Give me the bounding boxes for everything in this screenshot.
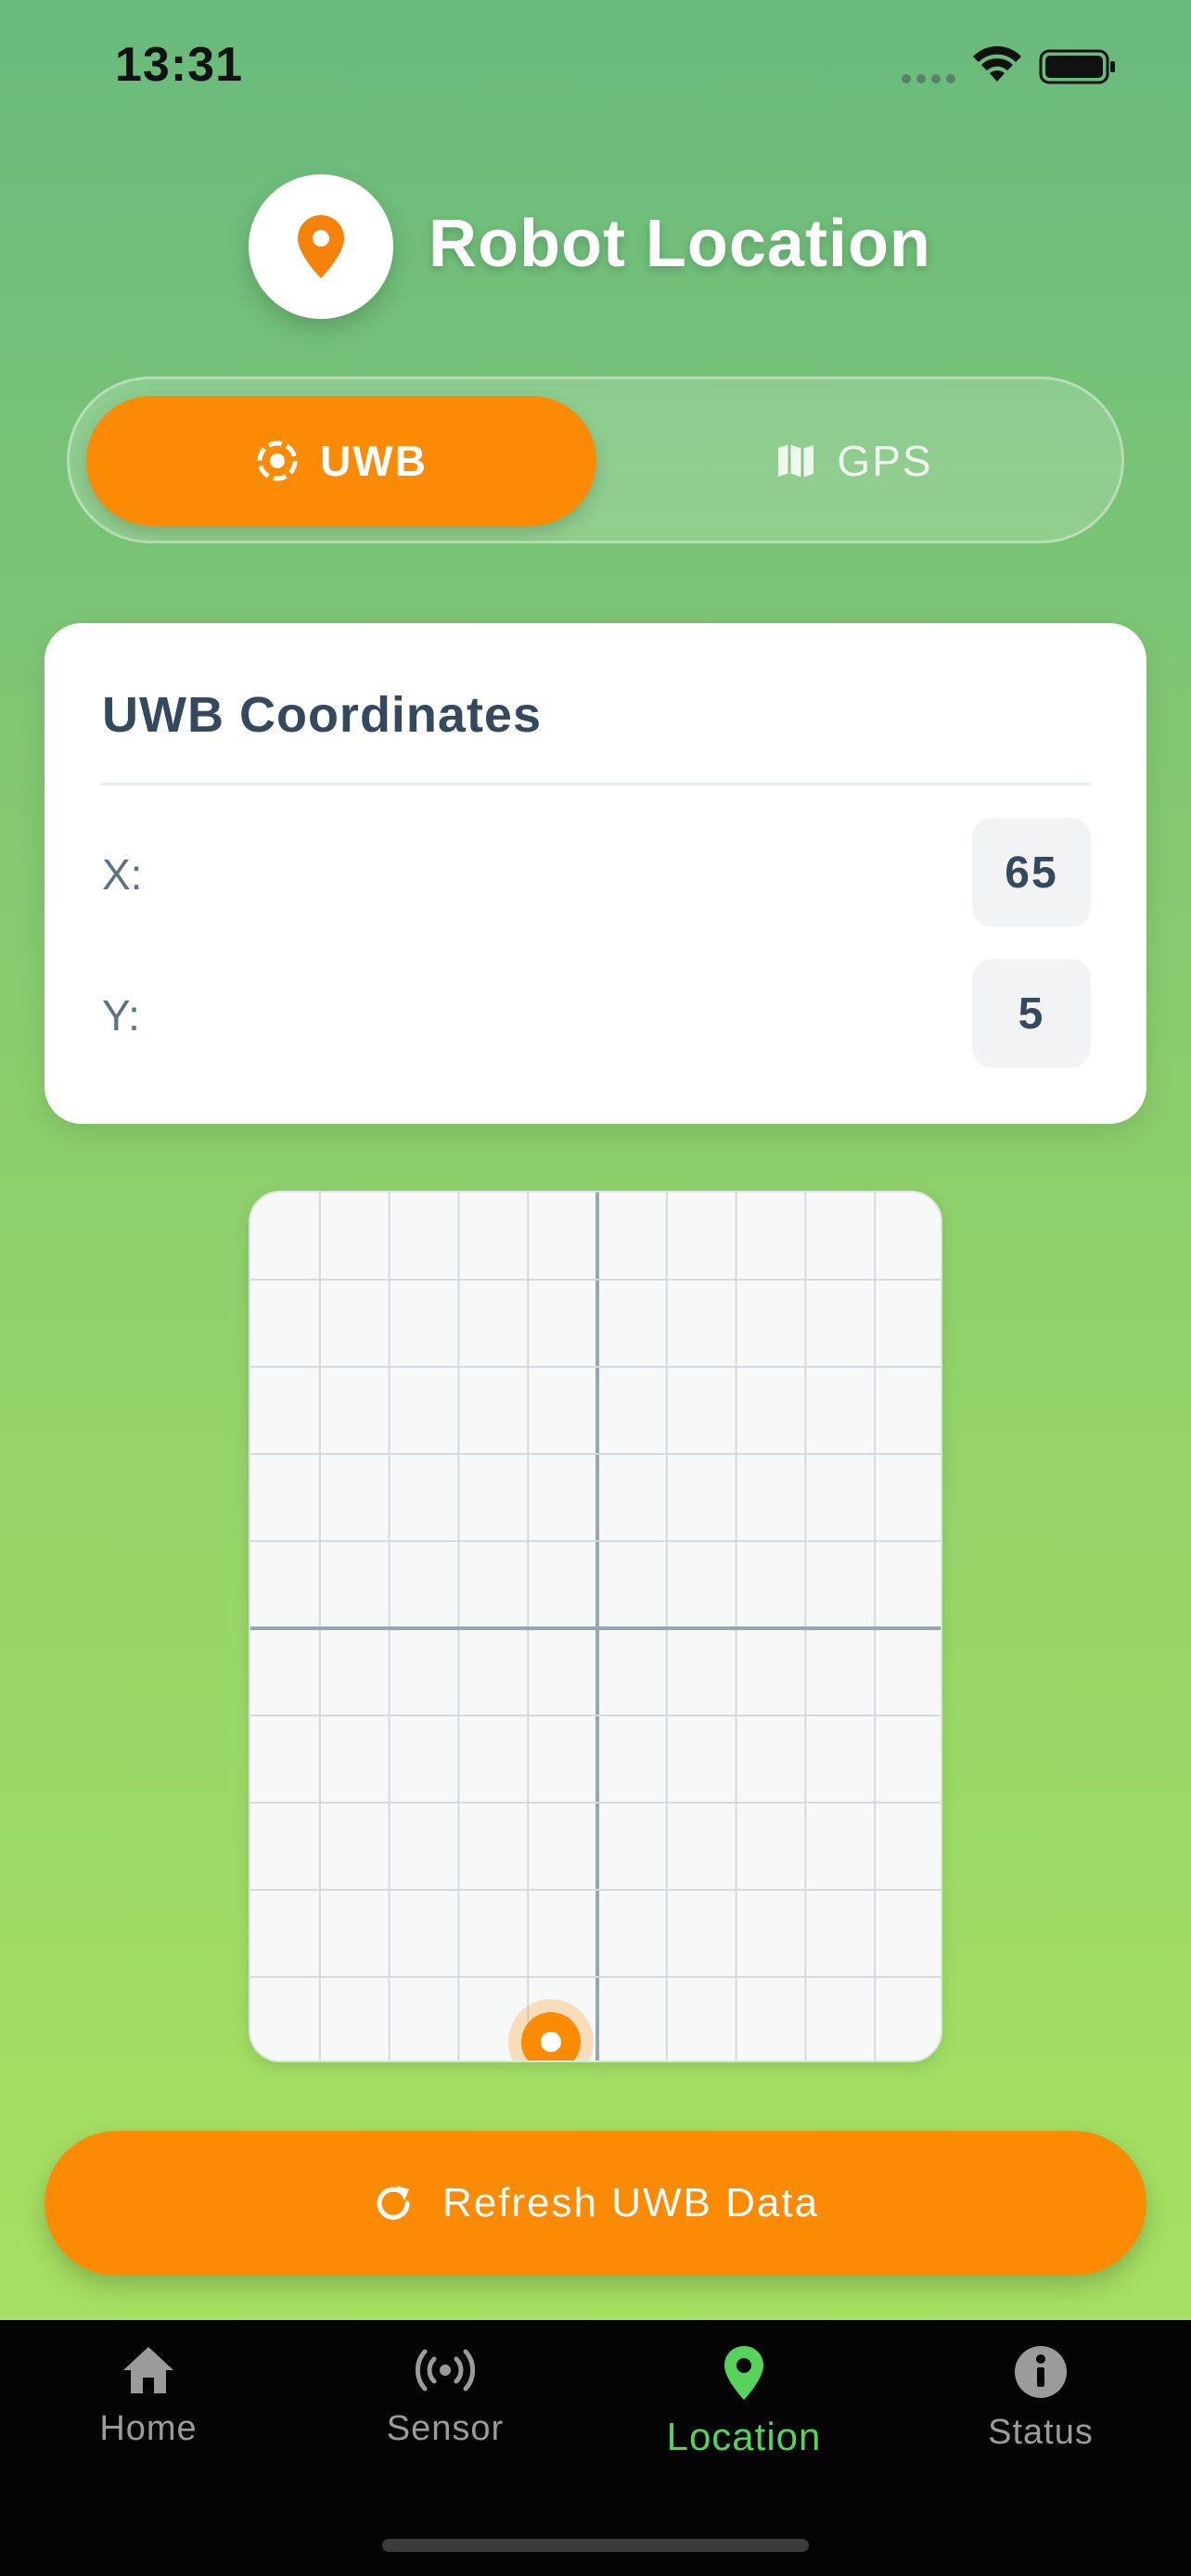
- x-value: 65: [972, 818, 1091, 927]
- nav-label-home: Home: [99, 2409, 198, 2448]
- nav-item-status[interactable]: Status: [939, 2344, 1143, 2493]
- tab-uwb[interactable]: UWB: [86, 396, 596, 526]
- refresh-button-label: Refresh UWB Data: [442, 2180, 820, 2225]
- y-value: 5: [972, 959, 1091, 1068]
- info-icon: [1015, 2346, 1067, 2398]
- x-label: X:: [102, 850, 143, 899]
- card-title: UWB Coordinates: [102, 687, 542, 743]
- uwb-target-icon: [257, 440, 298, 481]
- cellular-signal-icon: [902, 74, 955, 83]
- home-icon: [123, 2347, 173, 2393]
- status-bar: 13:31: [0, 0, 1191, 139]
- bottom-navigation: Home Sensor Location Status: [0, 2320, 1191, 2576]
- nav-label-sensor: Sensor: [386, 2409, 505, 2448]
- map-icon: [778, 444, 814, 478]
- card-divider: [100, 783, 1091, 785]
- tab-uwb-label: UWB: [320, 437, 428, 485]
- grid-lines: [250, 1192, 941, 2060]
- header-logo: [249, 174, 393, 319]
- location-mode-toggle: UWB GPS: [67, 376, 1124, 543]
- battery-icon: [1039, 49, 1115, 84]
- broadcast-sensor-icon: [416, 2349, 475, 2391]
- home-indicator: [382, 2539, 809, 2552]
- nav-item-sensor[interactable]: Sensor: [343, 2344, 547, 2493]
- tab-gps[interactable]: GPS: [613, 396, 1095, 526]
- y-label: Y:: [102, 991, 140, 1039]
- nav-label-location: Location: [666, 2415, 822, 2458]
- robot-position-marker-icon: [508, 1999, 594, 2060]
- refresh-icon: [377, 2186, 410, 2220]
- nav-label-status: Status: [988, 2413, 1094, 2452]
- tab-gps-label: GPS: [837, 437, 933, 485]
- refresh-uwb-button[interactable]: Refresh UWB Data: [45, 2131, 1146, 2276]
- location-pin-icon: [298, 215, 344, 278]
- uwb-position-grid: [249, 1191, 942, 2062]
- nav-item-home[interactable]: Home: [46, 2344, 250, 2493]
- status-time: 13:31: [115, 38, 243, 92]
- uwb-coordinates-card: UWB Coordinates X: 65 Y: 5: [45, 623, 1146, 1124]
- page-title: Robot Location: [429, 207, 931, 281]
- nav-item-location[interactable]: Location: [642, 2344, 846, 2493]
- wifi-icon: [973, 45, 1021, 82]
- location-pin-icon: [724, 2346, 763, 2400]
